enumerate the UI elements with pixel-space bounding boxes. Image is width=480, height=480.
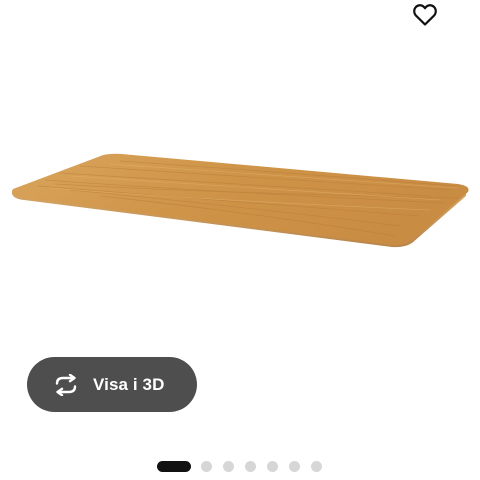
favorite-button[interactable] — [409, 0, 441, 30]
carousel-dot-4[interactable] — [245, 461, 256, 472]
heart-outline-icon — [413, 4, 437, 26]
bamboo-tabletop-image — [12, 153, 469, 248]
carousel-dot-7[interactable] — [311, 461, 322, 472]
product-gallery: Visa i 3D — [0, 0, 480, 480]
carousel-dot-1[interactable] — [157, 461, 191, 472]
view-in-3d-button[interactable]: Visa i 3D — [27, 357, 197, 412]
carousel-dot-5[interactable] — [267, 461, 278, 472]
rotate-arrows-icon — [51, 373, 81, 397]
carousel-dot-3[interactable] — [223, 461, 234, 472]
carousel-dot-6[interactable] — [289, 461, 300, 472]
carousel-pagination — [0, 461, 480, 473]
view-in-3d-label: Visa i 3D — [93, 374, 165, 394]
carousel-dot-2[interactable] — [201, 461, 212, 472]
